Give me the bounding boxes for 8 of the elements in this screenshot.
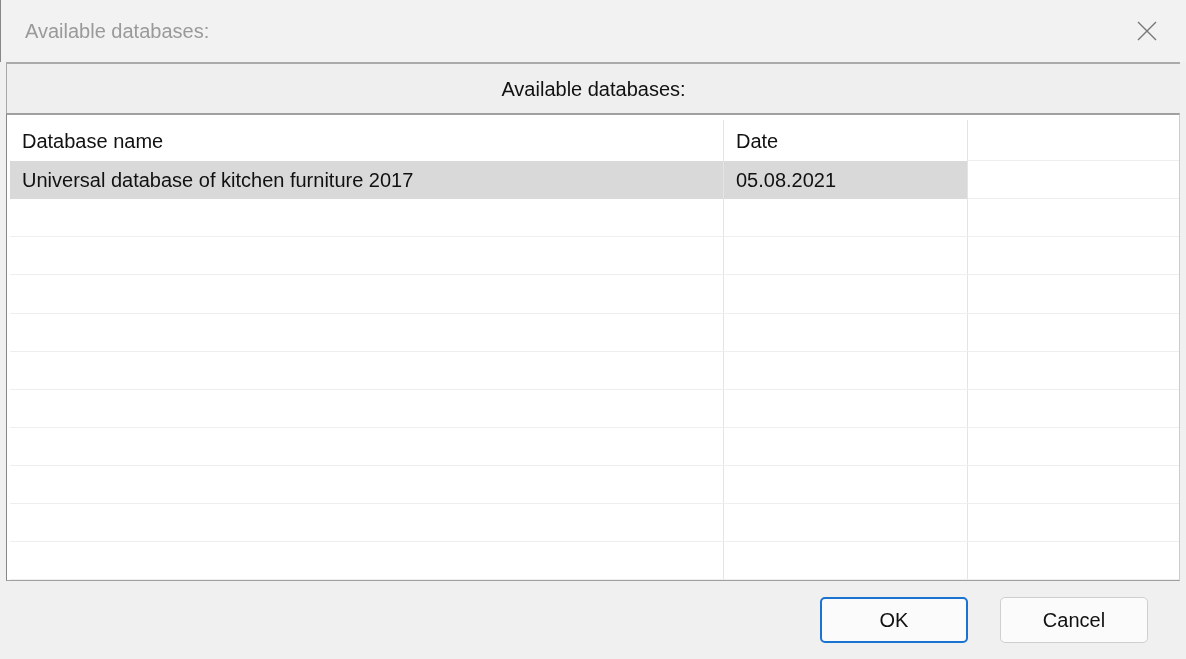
panel-heading: Available databases:	[501, 76, 686, 102]
table-cell: Universal database of kitchen furniture 2017	[10, 161, 724, 200]
close-icon[interactable]	[1136, 20, 1158, 42]
ok-button[interactable]: OK	[820, 597, 968, 643]
table-row[interactable]: Universal database of kitchen furniture 2017 05.08.2021	[10, 161, 1179, 200]
window-title: Available databases:	[25, 19, 210, 44]
cancel-button[interactable]: Cancel	[1000, 597, 1148, 643]
table-cell: 05.08.2021	[724, 161, 968, 200]
